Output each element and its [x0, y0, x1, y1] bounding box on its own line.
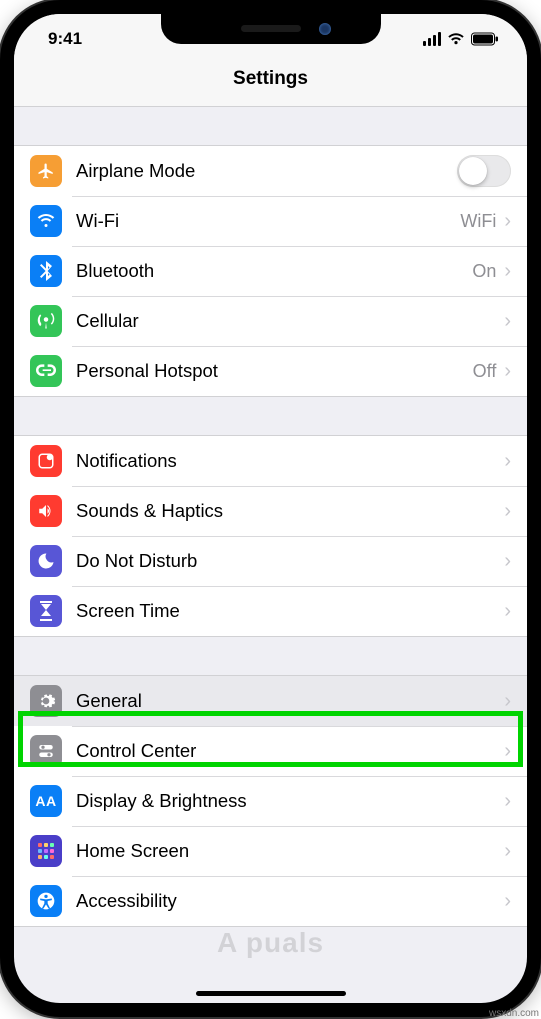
- wifi-icon: [447, 32, 465, 46]
- device-frame: 9:41 Settings: [0, 0, 541, 1017]
- row-label: Wi-Fi: [76, 210, 460, 232]
- accessibility-icon: [30, 885, 62, 917]
- row-label: Bluetooth: [76, 260, 472, 282]
- dnd-icon: [30, 545, 62, 577]
- battery-icon: [471, 32, 499, 46]
- watermark: A puals: [217, 927, 324, 959]
- page-title: Settings: [14, 64, 527, 107]
- chevron-right-icon: ›: [504, 261, 511, 281]
- credit-text: wsxdn.com: [489, 1008, 539, 1019]
- row-airplane-mode[interactable]: Airplane Mode: [14, 146, 527, 196]
- display-icon: AA: [30, 785, 62, 817]
- settings-group-connectivity: Airplane Mode Wi-Fi WiFi › Bluetooth: [14, 145, 527, 397]
- sounds-icon: [30, 495, 62, 527]
- settings-group-general: General › Control Center › AA Display & …: [14, 675, 527, 927]
- wifi-settings-icon: [30, 205, 62, 237]
- row-display[interactable]: AA Display & Brightness ›: [14, 776, 527, 826]
- cellular-icon: [30, 305, 62, 337]
- row-dnd[interactable]: Do Not Disturb ›: [14, 536, 527, 586]
- row-sounds[interactable]: Sounds & Haptics ›: [14, 486, 527, 536]
- row-label: Screen Time: [76, 600, 504, 622]
- airplane-icon: [30, 155, 62, 187]
- row-hotspot[interactable]: Personal Hotspot Off ›: [14, 346, 527, 396]
- chevron-right-icon: ›: [504, 451, 511, 471]
- status-time: 9:41: [48, 29, 82, 49]
- chevron-right-icon: ›: [504, 311, 511, 331]
- screen: 9:41 Settings: [14, 14, 527, 1003]
- row-label: Do Not Disturb: [76, 550, 504, 572]
- row-value: Off: [473, 361, 497, 382]
- hotspot-icon: [30, 355, 62, 387]
- chevron-right-icon: ›: [504, 691, 511, 711]
- screentime-icon: [30, 595, 62, 627]
- bluetooth-icon: [30, 255, 62, 287]
- row-cellular[interactable]: Cellular ›: [14, 296, 527, 346]
- row-label: Notifications: [76, 450, 504, 472]
- row-control-center[interactable]: Control Center ›: [14, 726, 527, 776]
- row-bluetooth[interactable]: Bluetooth On ›: [14, 246, 527, 296]
- row-general[interactable]: General ›: [14, 676, 527, 726]
- row-label: Airplane Mode: [76, 160, 457, 182]
- row-wifi[interactable]: Wi-Fi WiFi ›: [14, 196, 527, 246]
- section-spacer: [14, 397, 527, 435]
- chevron-right-icon: ›: [504, 551, 511, 571]
- row-accessibility[interactable]: Accessibility ›: [14, 876, 527, 926]
- general-icon: [30, 685, 62, 717]
- chevron-right-icon: ›: [504, 791, 511, 811]
- chevron-right-icon: ›: [504, 741, 511, 761]
- control-center-icon: [30, 735, 62, 767]
- section-spacer: [14, 107, 527, 145]
- home-screen-icon: [30, 835, 62, 867]
- row-label: Control Center: [76, 740, 504, 762]
- chevron-right-icon: ›: [504, 361, 511, 381]
- chevron-right-icon: ›: [504, 601, 511, 621]
- row-label: Display & Brightness: [76, 790, 504, 812]
- row-label: Accessibility: [76, 890, 504, 912]
- row-label: Personal Hotspot: [76, 360, 473, 382]
- airplane-toggle[interactable]: [457, 155, 511, 187]
- chevron-right-icon: ›: [504, 891, 511, 911]
- notch: [161, 14, 381, 44]
- chevron-right-icon: ›: [504, 841, 511, 861]
- notifications-icon: [30, 445, 62, 477]
- row-screentime[interactable]: Screen Time ›: [14, 586, 527, 636]
- row-notifications[interactable]: Notifications ›: [14, 436, 527, 486]
- row-label: General: [76, 690, 504, 712]
- row-value: On: [472, 261, 496, 282]
- row-label: Sounds & Haptics: [76, 500, 504, 522]
- chevron-right-icon: ›: [504, 211, 511, 231]
- row-home-screen[interactable]: Home Screen ›: [14, 826, 527, 876]
- cellular-signal-icon: [423, 32, 442, 46]
- settings-group-alerts: Notifications › Sounds & Haptics › Do No…: [14, 435, 527, 637]
- row-label: Home Screen: [76, 840, 504, 862]
- home-indicator: [196, 991, 346, 996]
- row-label: Cellular: [76, 310, 504, 332]
- row-value: WiFi: [460, 211, 496, 232]
- chevron-right-icon: ›: [504, 501, 511, 521]
- section-spacer: [14, 637, 527, 675]
